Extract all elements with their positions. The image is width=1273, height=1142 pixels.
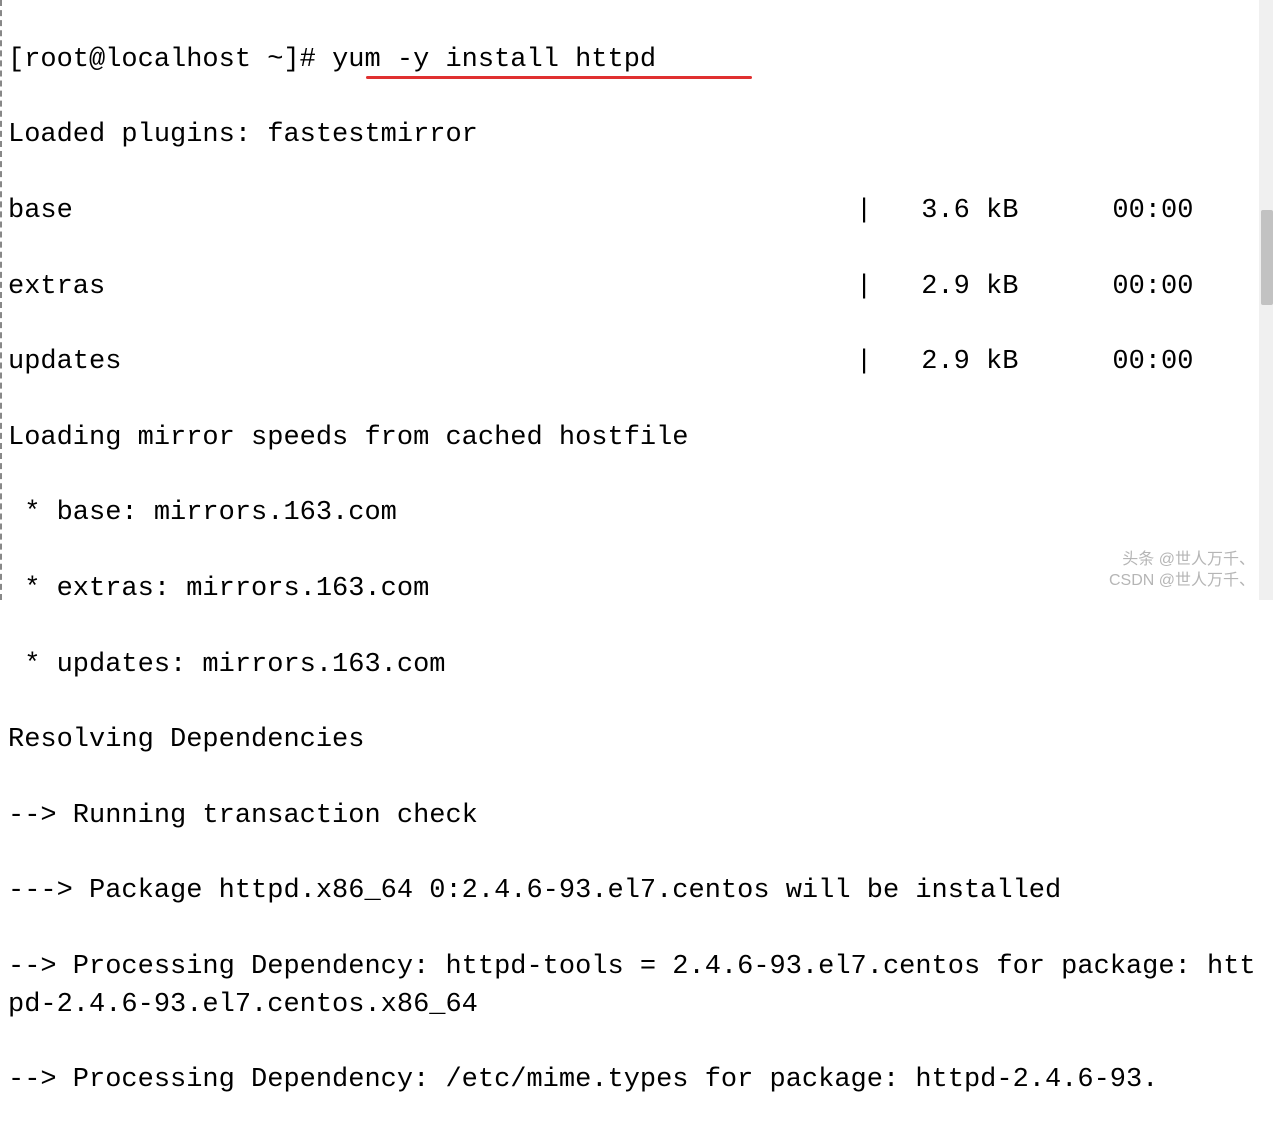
- repo-separator: |: [856, 193, 888, 231]
- output-line: --> Running transaction check: [8, 798, 1267, 836]
- repo-name: extras: [8, 269, 856, 307]
- output-line: Loaded plugins: fastestmirror: [8, 117, 1267, 155]
- shell-prompt: [root@localhost ~]#: [8, 45, 332, 75]
- terminal-output: [root@localhost ~]# yum -y install httpd…: [2, 0, 1273, 1142]
- scrollbar-thumb[interactable]: [1261, 210, 1273, 305]
- repo-name: updates: [8, 344, 856, 382]
- repo-size: 2.9 kB: [888, 344, 1018, 382]
- repo-row-extras: extras| 2.9 kB00:00: [8, 269, 1267, 307]
- repo-separator: |: [856, 344, 888, 382]
- output-line: --> Processing Dependency: /etc/mime.typ…: [8, 1062, 1267, 1100]
- output-line: Loading mirror speeds from cached hostfi…: [8, 420, 1267, 458]
- repo-row-updates: updates| 2.9 kB00:00: [8, 344, 1267, 382]
- output-line: * extras: mirrors.163.com: [8, 571, 1267, 609]
- scrollbar-track[interactable]: [1259, 0, 1273, 600]
- watermark: 头条 @世人万千、 CSDN @世人万千、: [1109, 550, 1255, 592]
- typed-command: yum -y install httpd: [332, 45, 656, 75]
- output-line: * base: mirrors.163.com: [8, 495, 1267, 533]
- repo-time: 00:00: [1018, 269, 1193, 307]
- output-line: ---> Package httpd.x86_64 0:2.4.6-93.el7…: [8, 873, 1267, 911]
- watermark-line: 头条 @世人万千、: [1109, 550, 1255, 571]
- repo-time: 00:00: [1018, 193, 1193, 231]
- output-line: Resolving Dependencies: [8, 722, 1267, 760]
- repo-row-base: base| 3.6 kB00:00: [8, 193, 1267, 231]
- red-underline-annotation: [366, 76, 752, 79]
- watermark-line: CSDN @世人万千、: [1109, 571, 1255, 592]
- repo-separator: |: [856, 269, 888, 307]
- output-line: --> Processing Dependency: httpd-tools =…: [8, 949, 1267, 1025]
- repo-time: 00:00: [1018, 344, 1193, 382]
- output-line: * updates: mirrors.163.com: [8, 647, 1267, 685]
- repo-size: 2.9 kB: [888, 269, 1018, 307]
- prompt-line: [root@localhost ~]# yum -y install httpd: [8, 42, 1267, 80]
- repo-size: 3.6 kB: [888, 193, 1018, 231]
- repo-name: base: [8, 193, 856, 231]
